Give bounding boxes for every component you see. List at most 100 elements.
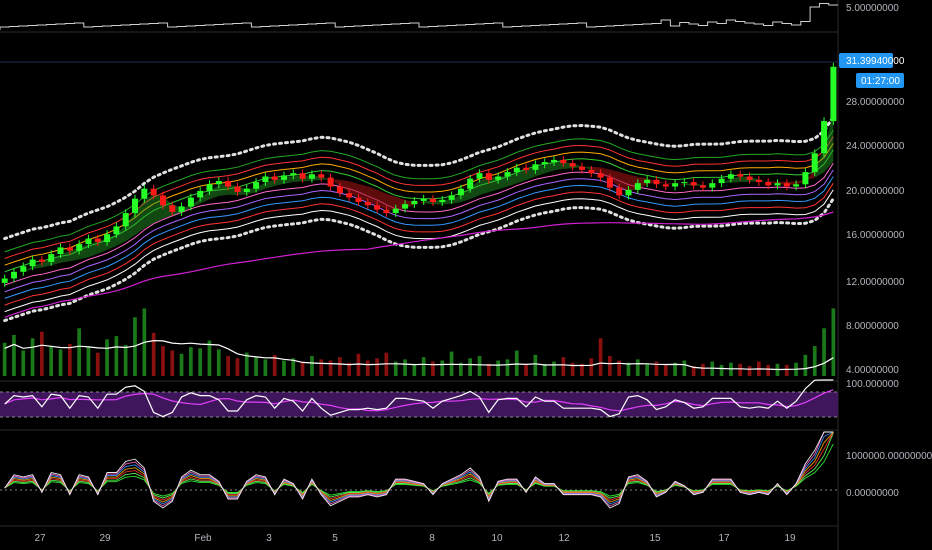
x-tick-label: 8 — [429, 533, 435, 544]
candle-body — [690, 182, 697, 186]
volume-bar — [822, 328, 826, 376]
volume-bar — [282, 360, 286, 376]
x-tick-label: 17 — [718, 533, 730, 544]
y-tick-label: 24.00000000 — [846, 141, 905, 152]
volume-bar — [766, 364, 770, 376]
x-tick-label: Feb — [194, 533, 212, 544]
volume-bar — [123, 345, 128, 376]
volume-bar — [263, 359, 268, 376]
x-tick-label: 3 — [266, 533, 272, 544]
oscillator-line — [4, 431, 834, 505]
volume-bar — [701, 363, 705, 376]
y-tick-label: 100.000000 — [846, 379, 899, 390]
volume-bar — [375, 358, 379, 376]
volume-bar — [738, 363, 743, 376]
volume-bar — [21, 350, 26, 376]
candlesticks — [1, 62, 837, 287]
volume-bar — [226, 356, 230, 376]
candle-body — [85, 238, 92, 245]
candle-body — [29, 259, 36, 267]
volume-bar — [328, 360, 333, 376]
volume-bar — [477, 356, 482, 376]
candle-body — [616, 187, 623, 196]
volume-bar — [635, 359, 640, 376]
candle-body — [420, 198, 427, 201]
countdown-label: 01:27:00 — [861, 76, 900, 87]
candle-body — [20, 266, 27, 272]
candle-body — [448, 195, 455, 200]
volume-bar — [682, 360, 687, 376]
volume-bar — [86, 347, 91, 376]
chart-container[interactable]: 5.00000000 28.00000000 24.00000000 20.00000… — [0, 0, 932, 550]
candle-body — [746, 176, 753, 180]
candle-body — [821, 121, 828, 154]
ribbon-segment — [479, 177, 489, 196]
candle-body — [523, 167, 530, 170]
y-tick-label: 0.00000000 — [846, 488, 899, 499]
y-tick-label: 1000000.00000000 — [846, 451, 932, 462]
y-tick-label: 8.00000000 — [846, 321, 899, 332]
candle-body — [634, 183, 641, 190]
last-price-label: 31.39940000 — [846, 56, 905, 67]
x-tick-label: 29 — [99, 533, 111, 544]
y-tick-label: 16.00000000 — [846, 230, 905, 241]
x-tick-label: 19 — [784, 533, 796, 544]
candle-body — [1, 278, 8, 283]
time-axis: 27 29 Feb 3 5 8 10 12 15 17 19 — [34, 533, 796, 544]
candle-body — [104, 234, 111, 242]
candle-body — [830, 66, 837, 122]
x-tick-label: 5 — [332, 533, 338, 544]
volume-bar — [403, 359, 407, 376]
oscillator-line — [4, 443, 834, 497]
candle-body — [737, 174, 744, 177]
rsi-pane — [0, 379, 838, 418]
candle-body — [141, 188, 148, 199]
volume-bar — [114, 336, 119, 376]
candle-body — [439, 199, 446, 202]
candle-body — [281, 175, 287, 180]
candle-body — [336, 186, 343, 194]
volume-bar — [468, 358, 472, 376]
volume-bar — [663, 364, 668, 376]
candle-body — [551, 159, 557, 163]
candle-body — [346, 193, 353, 198]
candle-body — [150, 188, 157, 196]
candle-body — [132, 198, 138, 214]
volume-bar — [542, 363, 547, 376]
x-tick-label: 12 — [558, 533, 570, 544]
candle-body — [318, 174, 325, 178]
candle-body — [253, 182, 260, 189]
candle-body — [700, 185, 706, 188]
candle-body — [774, 183, 781, 186]
candle-body — [76, 244, 83, 251]
y-tick-label: 12.00000000 — [846, 277, 905, 288]
volume-bar — [608, 356, 612, 376]
price-tags: 31.39940000 01:27:00 — [839, 53, 905, 88]
candle-body — [374, 205, 381, 210]
candle-body — [290, 173, 297, 176]
volume-bar — [421, 357, 426, 376]
volume-bar — [561, 357, 566, 376]
y-tick-label: 4.00000000 — [846, 365, 899, 376]
candle-body — [299, 173, 306, 179]
candle-body — [765, 182, 772, 186]
top-indicator-pane — [0, 3, 838, 30]
candle-body — [122, 213, 129, 227]
candle-body — [457, 188, 464, 196]
volume-bar — [310, 356, 314, 376]
candle-body — [681, 182, 688, 184]
volume-bar — [49, 346, 53, 376]
volume-bar — [514, 350, 519, 376]
candle-body — [569, 163, 576, 167]
candle-body — [467, 178, 474, 189]
volume-bar — [58, 349, 63, 376]
volume-bar — [95, 352, 100, 376]
volume-bar — [40, 331, 44, 376]
candle-body — [783, 183, 790, 187]
candle-body — [392, 208, 399, 214]
y-tick-label: 20.00000000 — [846, 186, 905, 197]
volume-bar — [170, 350, 175, 376]
candle-body — [243, 188, 250, 192]
volume-bar — [784, 364, 789, 376]
chart-svg[interactable]: 5.00000000 28.00000000 24.00000000 20.00000… — [0, 0, 932, 550]
